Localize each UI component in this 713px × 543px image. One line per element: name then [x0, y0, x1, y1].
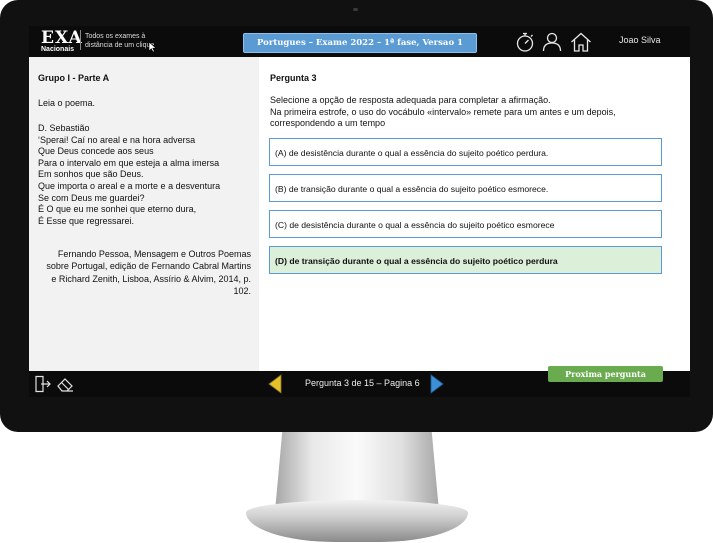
mouse-cursor-icon: [149, 42, 157, 52]
poem-line: Em sonhos que são Deus.: [38, 169, 144, 180]
poem-line: D. Sebastião: [38, 123, 90, 133]
reading-panel: Grupo I - Parte A Leia o poema. D. Sebas…: [29, 57, 259, 371]
answer-option-c[interactable]: (C) de desistência durante o qual a essê…: [269, 210, 662, 238]
question-instruction: Selecione a opção de resposta adequada p…: [270, 95, 551, 105]
answer-option-b[interactable]: (B) de transição durante o qual a essênc…: [269, 174, 662, 202]
poem-line: Se com Deus me guardei?: [38, 192, 145, 203]
logo-divider: [80, 30, 81, 50]
question-text: Selecione a opção de resposta adequada p…: [270, 95, 670, 130]
reading-instruction: Leia o poema.: [38, 98, 96, 108]
exit-icon[interactable]: [34, 375, 52, 393]
poem-line: Que importa o areal e a morte e a desven…: [38, 180, 221, 191]
question-title: Pergunta 3: [270, 73, 317, 83]
exam-title: Portugues – Exame 2022 – 1ª fase, Versao…: [243, 33, 477, 53]
monitor-base: [246, 500, 468, 542]
poem-line: Para o intervalo em que esteja a alma im…: [38, 157, 220, 168]
poem: D. Sebastião ‘Sperai! Caí no areal e na …: [38, 123, 220, 227]
group-title: Grupo I - Parte A: [38, 73, 110, 83]
logo-main: EXA: [41, 28, 83, 48]
poem-line: ‘Sperai! Caí no areal e na hora adversa: [38, 134, 196, 145]
screen: EXA Nacionais Todos os exames à distânci…: [29, 26, 690, 397]
answer-option-d[interactable]: (D) de transição durante o qual a essênc…: [269, 246, 662, 274]
next-question-button[interactable]: Proxima pergunta: [548, 366, 663, 382]
webcam: [353, 8, 358, 11]
poem-line: Que Deus concede aos seus: [38, 146, 154, 157]
page-indicator: Pergunta 3 de 15 – Pagina 6: [305, 378, 420, 388]
user-icon[interactable]: [541, 31, 563, 53]
logo: EXA Nacionais: [41, 28, 83, 54]
stopwatch-icon[interactable]: [514, 31, 536, 53]
monitor-stand: [275, 432, 439, 510]
home-icon[interactable]: [570, 31, 592, 53]
question-statement: Na primeira estrofe, o uso do vocábulo «…: [270, 106, 616, 129]
user-name[interactable]: Joao Silva: [619, 35, 661, 45]
monitor-frame: EXA Nacionais Todos os exames à distânci…: [0, 0, 713, 432]
eraser-icon[interactable]: [56, 375, 74, 393]
prev-arrow-icon[interactable]: [267, 374, 283, 394]
top-bar: EXA Nacionais Todos os exames à distânci…: [29, 26, 690, 57]
next-arrow-icon[interactable]: [429, 374, 445, 394]
poem-source: Fernando Pessoa, Mensagem e Outros Poema…: [46, 249, 251, 297]
poem-line: É Esse que regressarei.: [38, 215, 135, 226]
poem-line: É O que eu me sonhei que eterno dura,: [38, 204, 197, 215]
answer-option-a[interactable]: (A) de desistência durante o qual a essê…: [269, 138, 662, 166]
